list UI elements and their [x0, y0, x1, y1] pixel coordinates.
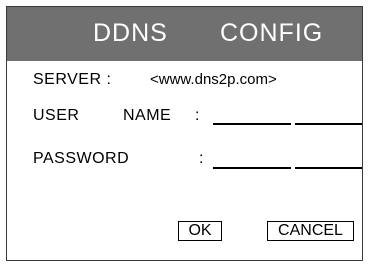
password-label: PASSWORD [33, 150, 130, 167]
cancel-button[interactable]: CANCEL [267, 221, 354, 241]
ok-button[interactable]: OK [178, 221, 222, 241]
user-label: USER [33, 107, 80, 124]
user-name-underline-2 [295, 123, 362, 125]
title-word-config: CONFIG [220, 19, 324, 47]
server-label: SERVER : [33, 71, 112, 88]
title-word-ddns: DDNS [93, 19, 168, 47]
dialog-title-bar: DDNS CONFIG [7, 7, 362, 61]
password-input[interactable] [213, 167, 362, 169]
name-label: NAME [123, 107, 172, 124]
user-name-input[interactable] [213, 123, 362, 125]
password-underline-2 [295, 167, 362, 169]
user-name-underline-1 [213, 123, 291, 125]
user-name-colon: : [195, 107, 200, 124]
password-underline-1 [213, 167, 291, 169]
ddns-config-dialog: DDNS CONFIG SERVER : <www.dns2p.com> USE… [6, 6, 363, 261]
password-colon: : [199, 150, 204, 167]
server-value: <www.dns2p.com> [150, 71, 277, 88]
